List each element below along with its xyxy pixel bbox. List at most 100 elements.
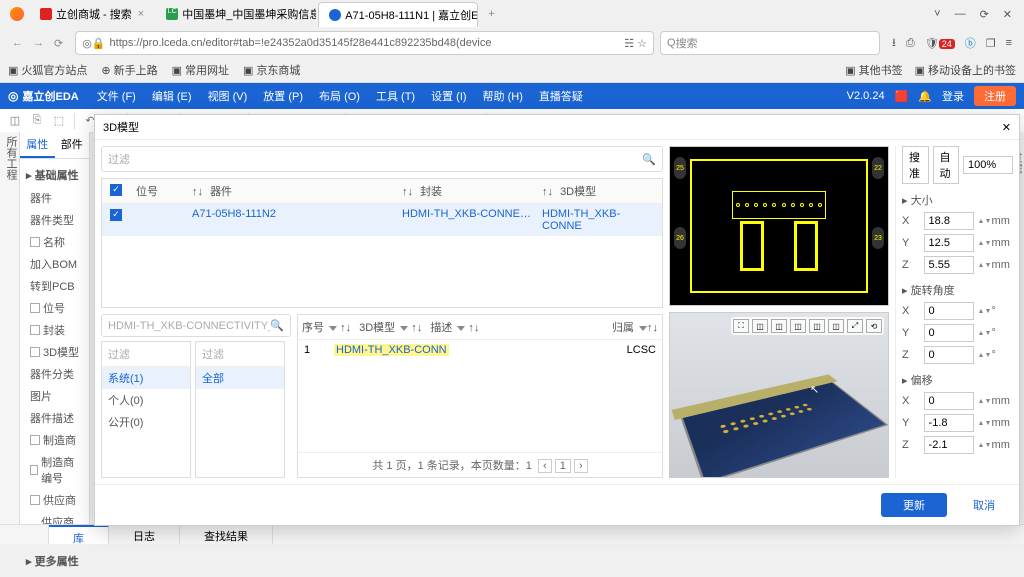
reader-icon[interactable]: ☵ ☆ bbox=[624, 37, 647, 50]
auto-button[interactable]: 自动 bbox=[933, 146, 960, 184]
prop-item[interactable]: 器件 bbox=[26, 187, 83, 209]
menu-layout[interactable]: 布局 (O) bbox=[313, 84, 366, 108]
browser-tab-3[interactable]: A71-05H8-111N1 | 嘉立创ED… × bbox=[318, 2, 478, 27]
row-checkbox[interactable]: ✓ bbox=[110, 209, 122, 221]
close-icon[interactable]: ✕ bbox=[1002, 121, 1011, 134]
off-x-input[interactable] bbox=[924, 392, 974, 410]
menu-help[interactable]: 帮助 (H) bbox=[477, 84, 529, 108]
prop-item[interactable]: 名称 bbox=[26, 231, 83, 253]
tab-library[interactable]: 库 bbox=[49, 525, 109, 544]
prop-item[interactable]: 转到PCB bbox=[26, 275, 83, 297]
page-prev[interactable]: ‹ bbox=[538, 459, 552, 473]
tab-parts[interactable]: 部件 bbox=[55, 132, 90, 158]
bell-icon[interactable]: 🔔 bbox=[918, 90, 932, 103]
filter-input[interactable]: 过滤 🔍 bbox=[101, 146, 663, 172]
menu-file[interactable]: 文件 (F) bbox=[91, 84, 142, 108]
prop-item[interactable]: 加入BOM bbox=[26, 253, 83, 275]
address-bar[interactable]: ◎ 🔒 https://pro.lceda.cn/editor#tab=!e24… bbox=[75, 31, 654, 55]
size-z-input[interactable] bbox=[924, 256, 974, 274]
browser-search[interactable]: Q 搜索 bbox=[660, 31, 880, 55]
forward-button[interactable]: → bbox=[33, 37, 44, 50]
size-x-input[interactable] bbox=[924, 212, 974, 230]
prop-item[interactable]: 制造商 bbox=[26, 429, 83, 451]
library-icon[interactable]: ⎙ bbox=[906, 37, 915, 50]
menu-place[interactable]: 放置 (P) bbox=[257, 84, 309, 108]
back-button[interactable]: ← bbox=[12, 37, 23, 50]
fullscreen-icon[interactable]: ⛶ bbox=[733, 319, 749, 333]
update-button[interactable]: 更新 bbox=[881, 493, 947, 517]
tree-personal[interactable]: 个人(0) bbox=[102, 389, 190, 411]
restore-button[interactable]: ⟳ bbox=[980, 8, 989, 21]
bookmark-item[interactable]: ▣ 常用网址 bbox=[172, 62, 229, 78]
rot-z-input[interactable] bbox=[924, 346, 974, 364]
tab-log[interactable]: 日志 bbox=[109, 525, 180, 544]
tree-system[interactable]: 系统(1) bbox=[102, 367, 190, 389]
new-tab-button[interactable]: + bbox=[488, 8, 494, 20]
chevron-down-icon[interactable]: ˅ bbox=[934, 8, 940, 21]
col-owner[interactable]: 归属 ↑↓ bbox=[612, 319, 658, 335]
extensions-icon[interactable]: ❐ bbox=[986, 37, 996, 50]
more-props-header[interactable]: ▸ 更多属性 bbox=[26, 549, 83, 573]
close-icon[interactable]: × bbox=[138, 8, 144, 20]
tree-filter[interactable]: 过滤 bbox=[102, 342, 190, 367]
tool-icon[interactable]: ⎘ bbox=[28, 112, 46, 130]
close-window-button[interactable]: ✕ bbox=[1003, 8, 1012, 21]
menu-live[interactable]: 直播答疑 bbox=[533, 84, 589, 108]
bookmark-item[interactable]: ▣ 火狐官方站点 bbox=[8, 62, 87, 78]
cancel-button[interactable]: 取消 bbox=[957, 493, 1011, 517]
prop-item[interactable]: 封装 bbox=[26, 319, 83, 341]
menu-tools[interactable]: 工具 (T) bbox=[370, 84, 421, 108]
tab-results[interactable]: 查找结果 bbox=[180, 525, 273, 544]
menu-view[interactable]: 视图 (V) bbox=[202, 84, 254, 108]
search-accurate-button[interactable]: 搜准 bbox=[902, 146, 929, 184]
size-percent-input[interactable] bbox=[963, 156, 1013, 174]
mobile-bookmarks[interactable]: ▣ 移动设备上的书签 bbox=[915, 62, 1016, 78]
bookmark-item[interactable]: ▣ 京东商城 bbox=[243, 62, 300, 78]
other-bookmarks[interactable]: ▣ 其他书签 bbox=[845, 62, 902, 78]
eda-logo[interactable]: ◎ 嘉立创EDA bbox=[8, 88, 79, 104]
notification-icon[interactable]: 🛡24 bbox=[925, 37, 955, 50]
col-footprint[interactable]: ↑↓ 封装 bbox=[398, 183, 538, 199]
rot-y-input[interactable] bbox=[924, 324, 974, 342]
col-3dmodel[interactable]: ↑↓ 3D模型 bbox=[538, 183, 658, 199]
rail-tab-projects[interactable]: 所有工程 bbox=[3, 136, 19, 524]
expand-icon[interactable]: ⤢ bbox=[847, 319, 863, 333]
prop-item[interactable]: 器件分类 bbox=[26, 363, 83, 385]
col-desc[interactable]: 描述 ↑↓ bbox=[430, 319, 479, 335]
reset-icon[interactable]: ⟲ bbox=[866, 319, 882, 333]
col-no[interactable]: 序号 ↑↓ bbox=[302, 319, 351, 335]
prop-item[interactable]: 制造商编号 bbox=[26, 451, 83, 489]
off-z-input[interactable] bbox=[924, 436, 974, 454]
tree-all[interactable]: 全部 bbox=[196, 367, 284, 389]
bookmark-item[interactable]: ⊕ 新手上路 bbox=[101, 62, 157, 78]
bing-icon[interactable]: ⓑ bbox=[965, 35, 976, 51]
rot-x-input[interactable] bbox=[924, 302, 974, 320]
menu-settings[interactable]: 设置 (I) bbox=[425, 84, 472, 108]
search-icon[interactable]: 🔍 bbox=[270, 319, 284, 332]
menu-icon[interactable]: ≡ bbox=[1006, 37, 1012, 49]
view-cube-icon[interactable]: ◫ bbox=[752, 319, 768, 333]
off-y-input[interactable] bbox=[924, 414, 974, 432]
minimize-button[interactable]: — bbox=[955, 8, 966, 21]
menu-edit[interactable]: 编辑 (E) bbox=[146, 84, 198, 108]
col-model[interactable]: 3D模型 ↑↓ bbox=[359, 319, 422, 335]
prop-item[interactable]: 3D模型 bbox=[26, 341, 83, 363]
login-link[interactable]: 登录 bbox=[942, 88, 964, 104]
detail-row[interactable]: 1 HDMI-TH_XKB-CONN LCSC bbox=[298, 340, 662, 360]
preview-3d[interactable]: ⛶ ◫ ◫ ◫ ◫ ◫ ⤢ ⟲ ↖ bbox=[669, 312, 889, 478]
view-cube-icon[interactable]: ◫ bbox=[828, 319, 844, 333]
table-row[interactable]: ✓ A71-05H8-111N2 HDMI-TH_XKB-CONNE… HDMI… bbox=[102, 204, 662, 236]
page-num[interactable]: 1 bbox=[555, 459, 571, 473]
page-next[interactable]: › bbox=[574, 459, 588, 473]
reload-button[interactable]: ⟳ bbox=[54, 37, 63, 50]
prop-item[interactable]: 器件描述 bbox=[26, 407, 83, 429]
browser-tab-1[interactable]: 立创商城 - 搜索 × bbox=[30, 2, 154, 26]
signup-button[interactable]: 注册 bbox=[974, 86, 1016, 106]
checkbox-all[interactable]: ✓ bbox=[110, 184, 122, 196]
prop-item[interactable]: 器件类型 bbox=[26, 209, 83, 231]
browser-tab-2[interactable]: LC 中国墨坤_中国墨坤采购信息-1 × bbox=[156, 2, 316, 26]
tree-public[interactable]: 公开(0) bbox=[102, 411, 190, 433]
tool-icon[interactable]: ⬚ bbox=[50, 112, 68, 130]
search-icon[interactable]: 🔍 bbox=[642, 153, 656, 166]
prop-item[interactable]: 供应商 bbox=[26, 489, 83, 511]
